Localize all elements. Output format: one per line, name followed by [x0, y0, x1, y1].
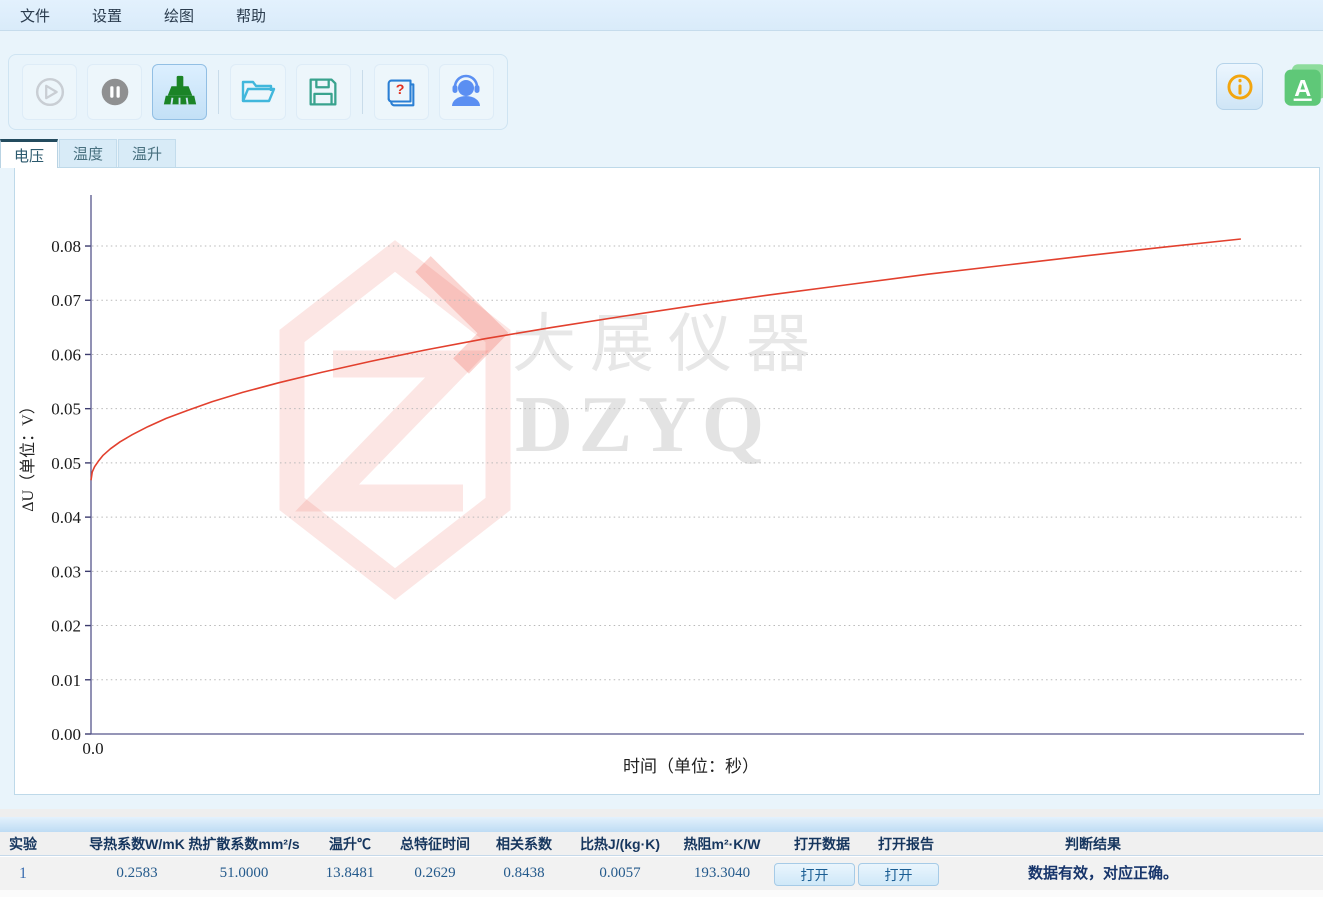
value-cell: 193.3040: [694, 857, 750, 890]
column-header: 实验: [9, 832, 37, 856]
tab-temp-rise[interactable]: 温升: [118, 139, 176, 167]
menu-item-settings[interactable]: 设置: [80, 5, 134, 26]
open-folder-icon: [238, 72, 278, 112]
chart-panel: 大展仪器DZYQ 0.00 0.01 0.02 0.03 0.04 0.05 0.05 0.06…: [14, 167, 1320, 795]
experiment-id-cell: 1: [19, 857, 27, 890]
watermark-logo-z: [327, 364, 463, 498]
pause-button[interactable]: [87, 64, 142, 120]
column-header: 判断结果: [1065, 832, 1121, 856]
save-button[interactable]: [296, 64, 351, 120]
value-cell: 0.2583: [116, 857, 157, 890]
y-tick-label: 0.05: [51, 454, 81, 473]
save-icon: [304, 73, 342, 111]
column-header: 温升℃: [329, 832, 371, 856]
results-table-header: 实验 导热系数W/mK热扩散系数mm²/s 温升℃ 总特征时间 相关系数 比热J/(kg·…: [0, 832, 1323, 856]
value-cell: 0.0057: [599, 857, 640, 890]
table-row: 1 0.2583 51.0000 13.8481 0.2629 0.8438 0.0057 1…: [0, 857, 1323, 890]
x-tick-label: 0.0: [82, 739, 103, 758]
value-cell: 0.2629: [414, 857, 455, 890]
toolbar: ?: [8, 54, 508, 130]
info-icon: [1223, 70, 1257, 104]
support-button[interactable]: [439, 64, 494, 120]
start-button[interactable]: [22, 64, 77, 120]
play-icon: [31, 73, 69, 111]
y-tick-label: 0.00: [51, 725, 81, 744]
open-file-button[interactable]: [230, 64, 285, 120]
toolbar-separator: [362, 70, 363, 114]
value-cell: 51.0000: [220, 857, 269, 890]
column-header: 热阻m²·K/W: [684, 832, 761, 856]
results-table: 实验 导热系数W/mK热扩散系数mm²/s 温升℃ 总特征时间 相关系数 比热J/(kg·…: [0, 832, 1323, 897]
column-header: 打开报告: [878, 832, 934, 856]
info-button[interactable]: [1216, 63, 1263, 110]
broom-icon: [161, 73, 199, 111]
column-header: 总特征时间: [400, 832, 470, 856]
table-footer-strip: [0, 890, 1323, 897]
menu-item-help[interactable]: 帮助: [224, 5, 278, 26]
pause-icon: [96, 73, 134, 111]
y-tick-label: 0.08: [51, 237, 81, 256]
y-axis-title: ΔU（单位：V）: [19, 398, 37, 511]
help-manual-button[interactable]: ?: [374, 64, 429, 120]
judge-result-text: 数据有效，对应正确。: [1028, 857, 1178, 890]
tab-voltage[interactable]: 电压: [0, 139, 58, 168]
app-window: { "menu": { "items": [ {"label":"文件"}, {…: [0, 0, 1323, 897]
column-header: 比热J/(kg·K): [580, 832, 660, 856]
y-tick-label: 0.06: [51, 345, 81, 364]
headset-person-icon: [446, 72, 486, 112]
column-header: 相关系数: [496, 832, 552, 856]
letter-a-icon: A: [1281, 60, 1323, 110]
watermark-text-en: DZYQ: [515, 381, 770, 469]
svg-text:?: ?: [396, 82, 405, 98]
divider-band: [0, 809, 1323, 817]
chart-tab-bar: 电压温度温升: [0, 139, 177, 168]
open-report-button[interactable]: 打开: [858, 863, 939, 886]
language-button[interactable]: A: [1281, 61, 1323, 108]
menu-item-file[interactable]: 文件: [8, 5, 62, 26]
clear-button[interactable]: [152, 64, 207, 120]
x-axis-title: 时间（单位：秒）: [623, 757, 759, 776]
watermark-text-cn: 大展仪器: [512, 309, 824, 380]
column-header: 导热系数W/mK: [89, 832, 185, 856]
table-top-strip: [0, 817, 1323, 832]
y-tick-label: 0.05: [51, 400, 81, 419]
y-tick-label: 0.03: [51, 562, 81, 581]
value-cell: 13.8481: [326, 857, 375, 890]
menu-item-plot[interactable]: 绘图: [152, 5, 206, 26]
open-data-button[interactable]: 打开: [774, 863, 855, 886]
svg-text:A: A: [1294, 74, 1311, 100]
y-tick-label: 0.02: [51, 617, 81, 636]
toolbar-separator: [218, 70, 219, 114]
menu-bar: 文件设置绘图帮助: [0, 0, 1323, 31]
y-tick-label: 0.07: [51, 291, 81, 310]
column-header: 打开数据: [794, 832, 850, 856]
column-header: 热扩散系数mm²/s: [188, 832, 299, 856]
y-tick-label: 0.01: [51, 671, 81, 690]
tab-temperature[interactable]: 温度: [59, 139, 117, 167]
voltage-chart[interactable]: 大展仪器DZYQ 0.00 0.01 0.02 0.03 0.04 0.05 0.05 0.06…: [15, 168, 1319, 794]
y-tick-label: 0.04: [51, 508, 81, 527]
value-cell: 0.8438: [503, 857, 544, 890]
help-book-icon: ?: [382, 73, 420, 111]
